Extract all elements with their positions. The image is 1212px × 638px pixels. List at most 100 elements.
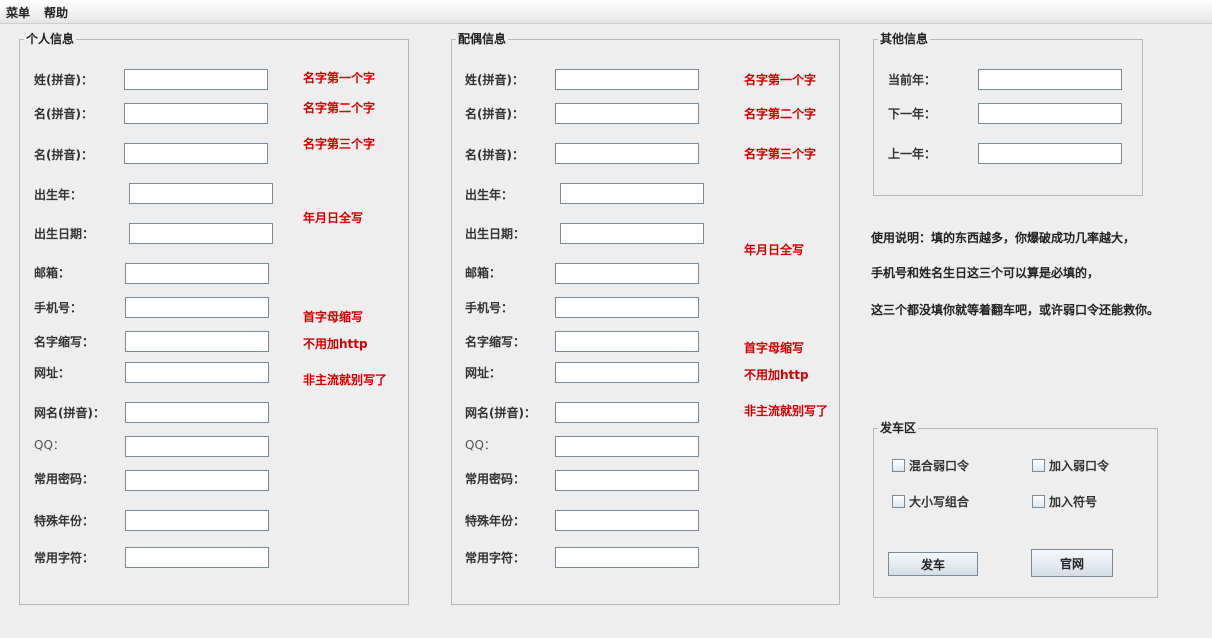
other-info-title: 其他信息: [878, 32, 931, 46]
spouse-surname-label: 姓(拼音)：: [465, 73, 524, 87]
personal-given2-input[interactable]: [124, 143, 268, 164]
personal-email-label: 邮箱：: [34, 266, 71, 280]
previous-year-label: 上一年：: [888, 147, 937, 161]
personal-qq-label: QQ：: [34, 438, 65, 452]
personal-surname-label: 姓(拼音)：: [34, 73, 93, 87]
personal-given2-label: 名(拼音)：: [34, 148, 93, 162]
personal-email-input[interactable]: [125, 263, 269, 284]
personal-info-title: 个人信息: [24, 32, 77, 46]
personal-birth-date-input[interactable]: [129, 223, 273, 244]
spouse-birth-year-label: 出生年：: [465, 188, 514, 202]
personal-nickname-label: 网名(拼音)：: [34, 406, 105, 420]
personal-phone-input[interactable]: [125, 297, 269, 318]
personal-website-label: 网址：: [34, 366, 71, 380]
case-combination-label: 大小写组合: [909, 495, 970, 509]
spouse-nickname-label: 网名(拼音)：: [465, 406, 536, 420]
personal-hint-initials: 首字母缩写: [303, 310, 364, 324]
spouse-initials-label: 名字缩写：: [465, 335, 526, 349]
add-weak-password-checkbox[interactable]: 加入弱口令: [1032, 457, 1109, 474]
spouse-hint-third-char: 名字第三个字: [744, 147, 817, 161]
personal-website-input[interactable]: [125, 362, 269, 383]
spouse-hint-nonmainstream: 非主流就别写了: [744, 404, 829, 418]
menu-item-menu[interactable]: 菜单: [6, 4, 30, 21]
checkbox-box-icon[interactable]: [1032, 495, 1045, 508]
personal-given1-input[interactable]: [124, 103, 268, 124]
personal-chars-label: 常用字符：: [34, 551, 95, 565]
mixed-weak-password-checkbox[interactable]: 混合弱口令: [892, 457, 969, 474]
next-year-label: 下一年：: [888, 107, 937, 121]
website-button[interactable]: 官网: [1031, 549, 1113, 577]
spouse-qq-label: QQ：: [465, 438, 496, 452]
launch-button[interactable]: 发车: [888, 552, 978, 576]
case-combination-checkbox[interactable]: 大小写组合: [892, 493, 969, 510]
spouse-initials-input[interactable]: [555, 331, 699, 352]
spouse-birth-date-input[interactable]: [560, 223, 704, 244]
spouse-birth-year-input[interactable]: [560, 183, 704, 204]
spouse-chars-label: 常用字符：: [465, 551, 526, 565]
launch-title: 发车区: [878, 421, 919, 435]
current-year-label: 当前年：: [888, 73, 937, 87]
spouse-surname-input[interactable]: [555, 69, 699, 90]
spouse-nickname-input[interactable]: [555, 402, 699, 423]
spouse-given2-label: 名(拼音)：: [465, 148, 524, 162]
checkbox-box-icon[interactable]: [892, 495, 905, 508]
checkbox-box-icon[interactable]: [1032, 459, 1045, 472]
next-year-input[interactable]: [978, 103, 1122, 124]
personal-birth-year-label: 出生年：: [34, 188, 83, 202]
menu-bar: 菜单 帮助: [0, 0, 1212, 24]
spouse-chars-input[interactable]: [555, 547, 699, 568]
spouse-password-label: 常用密码：: [465, 472, 526, 486]
current-year-input[interactable]: [978, 69, 1122, 90]
spouse-password-input[interactable]: [555, 470, 699, 491]
instructions-line-3: 这三个都没填你就等着翻车吧，或许弱口令还能救你。: [871, 303, 1160, 317]
spouse-hint-initials: 首字母缩写: [744, 341, 805, 355]
add-weak-password-label: 加入弱口令: [1049, 459, 1110, 473]
spouse-qq-input[interactable]: [555, 436, 699, 457]
spouse-special-year-label: 特殊年份：: [465, 514, 526, 528]
personal-birth-year-input[interactable]: [129, 183, 273, 204]
spouse-birth-date-label: 出生日期：: [465, 227, 526, 241]
previous-year-input[interactable]: [978, 143, 1122, 164]
spouse-email-input[interactable]: [555, 263, 699, 284]
instructions-line-1: 使用说明：填的东西越多，你爆破成功几率越大，: [871, 231, 1136, 245]
personal-hint-no-http: 不用加http: [303, 337, 368, 351]
personal-hint-full-date: 年月日全写: [303, 211, 364, 225]
personal-hint-first-char: 名字第一个字: [303, 71, 376, 85]
personal-special-year-label: 特殊年份：: [34, 514, 95, 528]
personal-given1-label: 名(拼音)：: [34, 107, 93, 121]
spouse-email-label: 邮箱：: [465, 266, 502, 280]
mixed-weak-password-label: 混合弱口令: [909, 459, 970, 473]
personal-hint-third-char: 名字第三个字: [303, 137, 376, 151]
checkbox-box-icon[interactable]: [892, 459, 905, 472]
personal-chars-input[interactable]: [125, 547, 269, 568]
spouse-hint-first-char: 名字第一个字: [744, 73, 817, 87]
spouse-hint-no-http: 不用加http: [744, 368, 809, 382]
personal-password-label: 常用密码：: [34, 472, 95, 486]
menu-item-help[interactable]: 帮助: [44, 4, 68, 21]
personal-nickname-input[interactable]: [125, 402, 269, 423]
spouse-given2-input[interactable]: [555, 143, 699, 164]
personal-qq-input[interactable]: [125, 436, 269, 457]
personal-birth-date-label: 出生日期：: [34, 227, 95, 241]
spouse-phone-label: 手机号：: [465, 301, 514, 315]
personal-password-input[interactable]: [125, 470, 269, 491]
spouse-hint-full-date: 年月日全写: [744, 243, 805, 257]
add-symbols-checkbox[interactable]: 加入符号: [1032, 493, 1097, 510]
personal-hint-second-char: 名字第二个字: [303, 101, 376, 115]
personal-initials-input[interactable]: [125, 331, 269, 352]
personal-hint-nonmainstream: 非主流就别写了: [303, 373, 388, 387]
personal-initials-label: 名字缩写：: [34, 335, 95, 349]
add-symbols-label: 加入符号: [1049, 495, 1098, 509]
instructions-line-2: 手机号和姓名生日这三个可以算是必填的，: [871, 266, 1100, 280]
spouse-special-year-input[interactable]: [555, 510, 699, 531]
spouse-website-input[interactable]: [555, 362, 699, 383]
spouse-phone-input[interactable]: [555, 297, 699, 318]
spouse-given1-input[interactable]: [555, 103, 699, 124]
spouse-website-label: 网址：: [465, 366, 502, 380]
personal-phone-label: 手机号：: [34, 301, 83, 315]
personal-surname-input[interactable]: [124, 69, 268, 90]
spouse-info-title: 配偶信息: [456, 32, 509, 46]
spouse-hint-second-char: 名字第二个字: [744, 107, 817, 121]
personal-special-year-input[interactable]: [125, 510, 269, 531]
spouse-given1-label: 名(拼音)：: [465, 107, 524, 121]
